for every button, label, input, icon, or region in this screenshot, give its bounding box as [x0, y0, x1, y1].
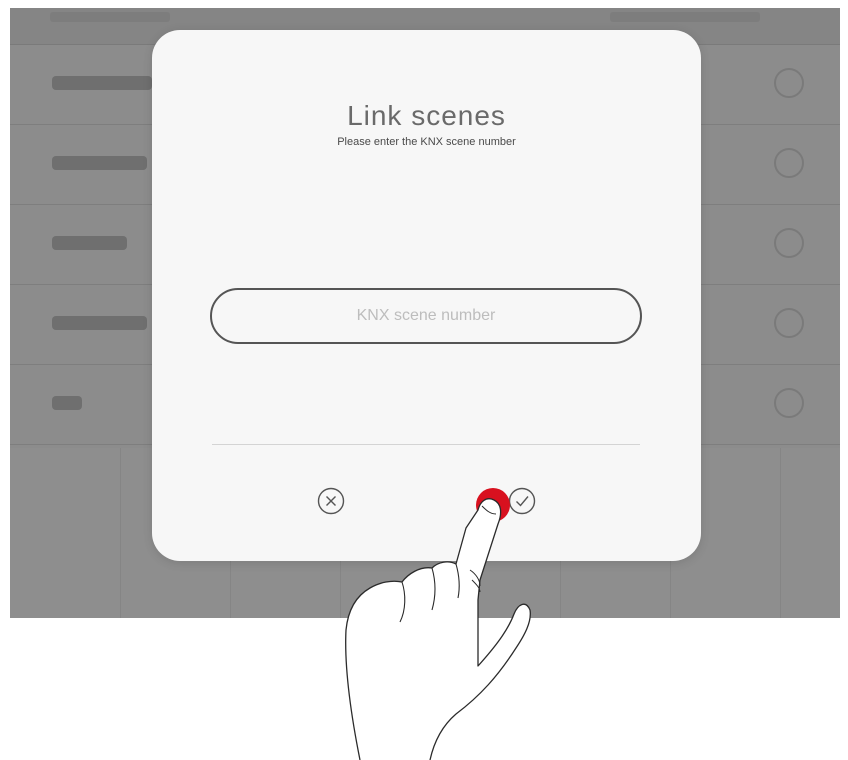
background-row-label: [52, 76, 152, 90]
background-row-label: [52, 236, 127, 250]
background-grid-line: [780, 448, 781, 618]
dialog-title: Link scenes: [347, 100, 506, 131]
dialog-subtitle: Please enter the KNX scene number: [337, 136, 516, 148]
circle-check-icon: [508, 487, 536, 515]
background-row-icon: [774, 388, 804, 418]
knx-scene-number-input[interactable]: [210, 288, 642, 344]
background-grid-line: [120, 448, 121, 618]
confirm-button[interactable]: [507, 486, 537, 516]
touch-indicator: [476, 488, 510, 522]
background-row-label: [52, 156, 147, 170]
dialog-divider: [212, 444, 640, 445]
background-row-icon: [774, 308, 804, 338]
link-scenes-dialog: Link scenes Please enter the KNX scene n…: [152, 30, 701, 561]
background-header-label: [610, 12, 760, 22]
background-row-label: [52, 396, 82, 410]
background-row-icon: [774, 148, 804, 178]
background-row-icon: [774, 68, 804, 98]
background-row-icon: [774, 228, 804, 258]
cancel-button[interactable]: [316, 486, 346, 516]
background-row-label: [52, 316, 147, 330]
circle-x-icon: [317, 487, 345, 515]
background-header-label: [50, 12, 170, 22]
